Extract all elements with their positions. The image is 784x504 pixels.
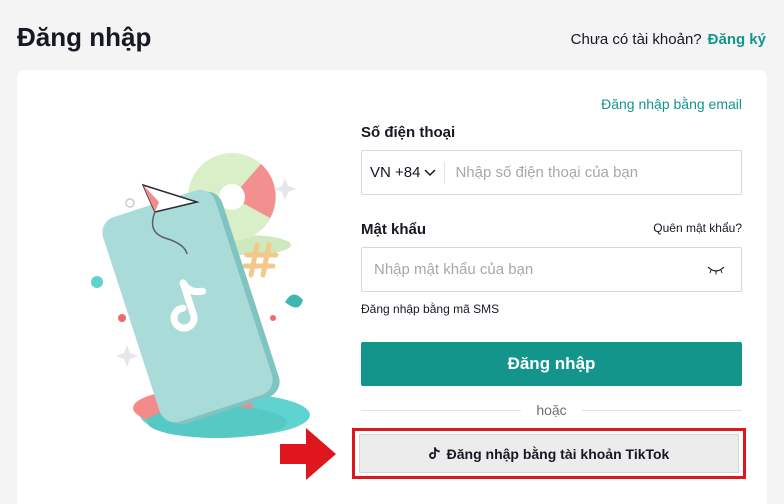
country-code-value: VN +84 xyxy=(370,164,421,181)
tiktok-note-icon xyxy=(428,447,440,459)
login-button[interactable]: Đăng nhập xyxy=(361,342,742,386)
tiktok-login-button[interactable]: Đăng nhập bằng tài khoản TikTok xyxy=(359,434,739,473)
phone-illustration xyxy=(91,153,310,438)
email-login-link[interactable]: Đăng nhập bằng email xyxy=(601,96,742,112)
page-title: Đăng nhập xyxy=(17,22,152,52)
tiktok-login-label: Đăng nhập bằng tài khoản TikTok xyxy=(446,445,670,462)
forgot-password-link[interactable]: Quên mật khẩu? xyxy=(653,221,742,235)
sms-login-link[interactable]: Đăng nhập bằng mã SMS xyxy=(361,302,499,316)
or-divider: hoặc xyxy=(361,401,743,419)
or-line-right xyxy=(581,409,743,411)
password-input[interactable] xyxy=(362,248,701,291)
phone-field: VN +84 xyxy=(361,150,742,195)
phone-input[interactable] xyxy=(445,151,741,194)
password-label: Mật khẩu xyxy=(361,221,427,238)
red-arrow-icon xyxy=(280,428,336,480)
chevron-down-icon xyxy=(424,168,436,176)
phone-label: Số điện thoại xyxy=(361,124,456,141)
password-field xyxy=(361,247,742,292)
or-line-left xyxy=(361,409,522,411)
eye-closed-icon[interactable] xyxy=(701,265,731,275)
or-text: hoặc xyxy=(536,402,567,418)
country-code-select[interactable]: VN +84 xyxy=(362,151,444,194)
